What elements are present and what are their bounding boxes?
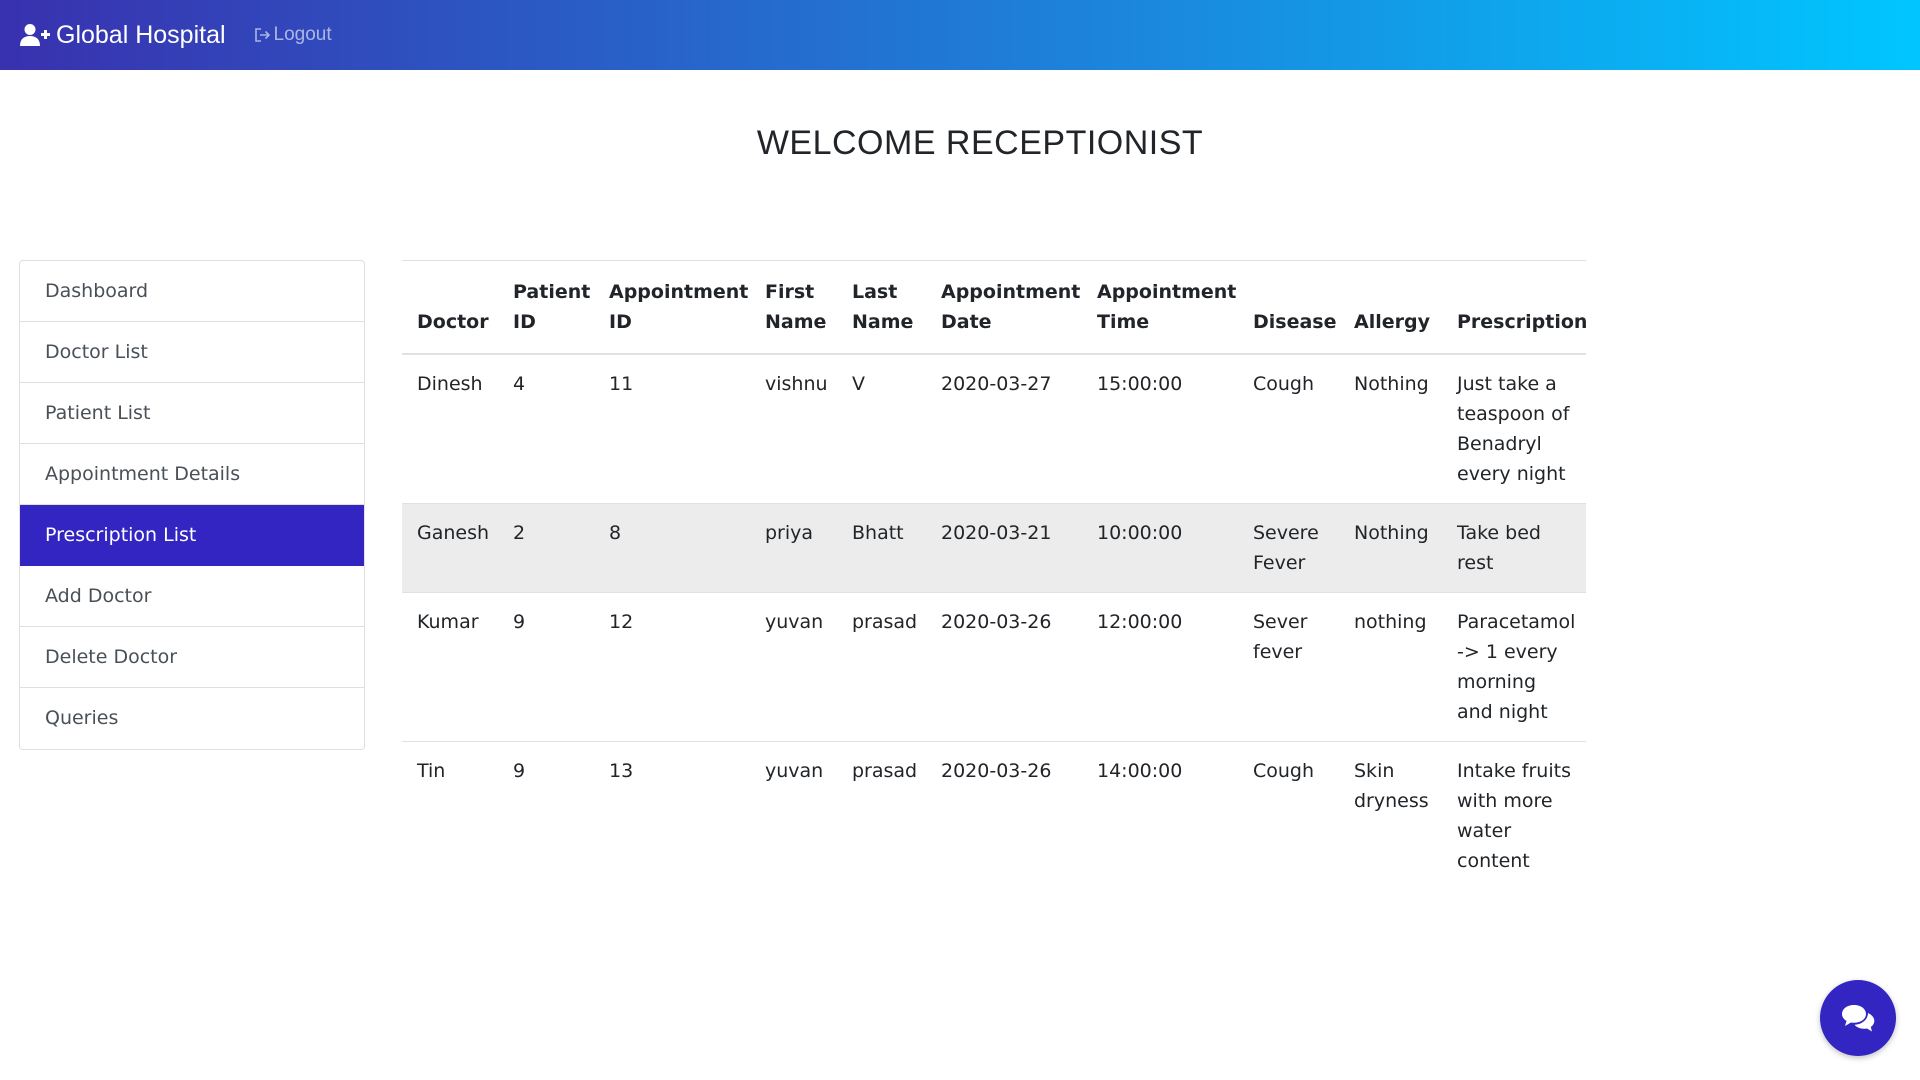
sidebar-menu: Dashboard Doctor List Patient List Appoi… (19, 260, 365, 750)
top-navbar: Global Hospital Logout (0, 0, 1920, 70)
sidebar-item-patient-list[interactable]: Patient List (20, 383, 364, 444)
column-header-patient-id: Patient ID (498, 260, 594, 355)
header-row: Doctor Patient ID Appointment ID First Name… (402, 260, 1587, 355)
cell-last-name: V (837, 353, 926, 504)
cell-appointment-id: 12 (594, 592, 750, 742)
cell-last-name: prasad (837, 592, 926, 742)
cell-first-name: priya (750, 503, 837, 593)
cell-disease: Sever fever (1238, 592, 1339, 742)
cell-last-name: Bhatt (837, 503, 926, 593)
sidebar-item-doctor-list[interactable]: Doctor List (20, 322, 364, 383)
column-header-prescription: Prescription (1442, 260, 1587, 355)
sign-out-icon (254, 28, 270, 42)
user-plus-icon (20, 24, 50, 46)
cell-doctor: Ganesh (402, 503, 498, 593)
cell-first-name: yuvan (750, 592, 837, 742)
sidebar-item-queries[interactable]: Queries (20, 688, 364, 749)
prescription-table: Doctor Patient ID Appointment ID First Name… (402, 260, 1587, 890)
sidebar-item-appointment-details[interactable]: Appointment Details (20, 444, 364, 505)
chat-button[interactable] (1820, 980, 1896, 1056)
cell-doctor: Dinesh (402, 353, 498, 504)
cell-doctor: Kumar (402, 592, 498, 742)
cell-prescription: Take bed rest (1442, 503, 1586, 593)
cell-prescription: Just take a teaspoon of Benadryl every n… (1442, 353, 1586, 504)
column-header-disease: Disease (1238, 260, 1339, 355)
column-header-appointment-date: Appointment Date (926, 260, 1082, 355)
column-header-first-name: First Name (750, 260, 837, 355)
cell-appointment-date: 2020-03-21 (926, 503, 1082, 593)
prescription-table-container: Doctor Patient ID Appointment ID First Name… (402, 260, 1587, 890)
cell-appointment-id: 11 (594, 353, 750, 504)
cell-appointment-id: 13 (594, 741, 750, 890)
cell-disease: Cough (1238, 353, 1339, 504)
cell-patient-id: 2 (498, 503, 594, 593)
page-title: WELCOME RECEPTIONIST (756, 124, 1204, 162)
cell-appointment-time: 15:00:00 (1082, 353, 1238, 504)
cell-appointment-time: 12:00:00 (1082, 592, 1238, 742)
sidebar-item-dashboard[interactable]: Dashboard (20, 261, 364, 322)
cell-appointment-date: 2020-03-27 (926, 353, 1082, 504)
column-header-appointment-time: Appointment Time (1082, 260, 1238, 355)
sidebar-item-delete-doctor[interactable]: Delete Doctor (20, 627, 364, 688)
table-header: Doctor Patient ID Appointment ID First Name… (402, 260, 1587, 355)
column-header-allergy: Allergy (1339, 260, 1442, 355)
cell-allergy: Nothing (1339, 353, 1442, 504)
cell-appointment-time: 10:00:00 (1082, 503, 1238, 593)
cell-appointment-date: 2020-03-26 (926, 741, 1082, 890)
logout-link[interactable]: Logout (254, 24, 332, 46)
cell-disease: Severe Fever (1238, 503, 1339, 593)
table-body: Dinesh 4 11 vishnu V 2020-03-27 15:00:00 Cough N… (402, 353, 1586, 890)
cell-allergy: nothing (1339, 592, 1442, 742)
table-row: Dinesh 4 11 vishnu V 2020-03-27 15:00:00 Cough N… (402, 353, 1586, 504)
cell-appointment-time: 14:00:00 (1082, 741, 1238, 890)
brand-name: Global Hospital (56, 20, 226, 49)
table-row: Kumar 9 12 yuvan prasad 2020-03-26 12:00:00 Sev… (402, 592, 1586, 742)
cell-first-name: yuvan (750, 741, 837, 890)
cell-allergy: Nothing (1339, 503, 1442, 593)
cell-allergy: Skin dryness (1339, 741, 1442, 890)
table-row: Ganesh 2 8 priya Bhatt 2020-03-21 10:00:00 Seve… (402, 503, 1586, 593)
cell-prescription: Intake fruits with more water content (1442, 741, 1586, 890)
logout-label: Logout (273, 24, 332, 45)
column-header-last-name: Last Name (837, 260, 926, 355)
cell-doctor: Tin (402, 741, 498, 890)
cell-patient-id: 4 (498, 353, 594, 504)
cell-appointment-date: 2020-03-26 (926, 592, 1082, 742)
cell-patient-id: 9 (498, 741, 594, 890)
cell-disease: Cough (1238, 741, 1339, 890)
chat-bubbles-icon (1842, 1005, 1875, 1032)
sidebar-item-add-doctor[interactable]: Add Doctor (20, 566, 364, 627)
cell-appointment-id: 8 (594, 503, 750, 593)
column-header-appointment-id: Appointment ID (594, 260, 750, 355)
cell-last-name: prasad (837, 741, 926, 890)
cell-first-name: vishnu (750, 353, 837, 504)
column-header-doctor: Doctor (402, 260, 498, 355)
table-row: Tin 9 13 yuvan prasad 2020-03-26 14:00:00 Cough… (402, 741, 1586, 890)
cell-patient-id: 9 (498, 592, 594, 742)
brand-link[interactable]: Global Hospital (20, 21, 226, 50)
sidebar-item-prescription-list[interactable]: Prescription List (20, 505, 364, 566)
cell-prescription: Paracetamol -> 1 every morning and night (1442, 592, 1586, 742)
